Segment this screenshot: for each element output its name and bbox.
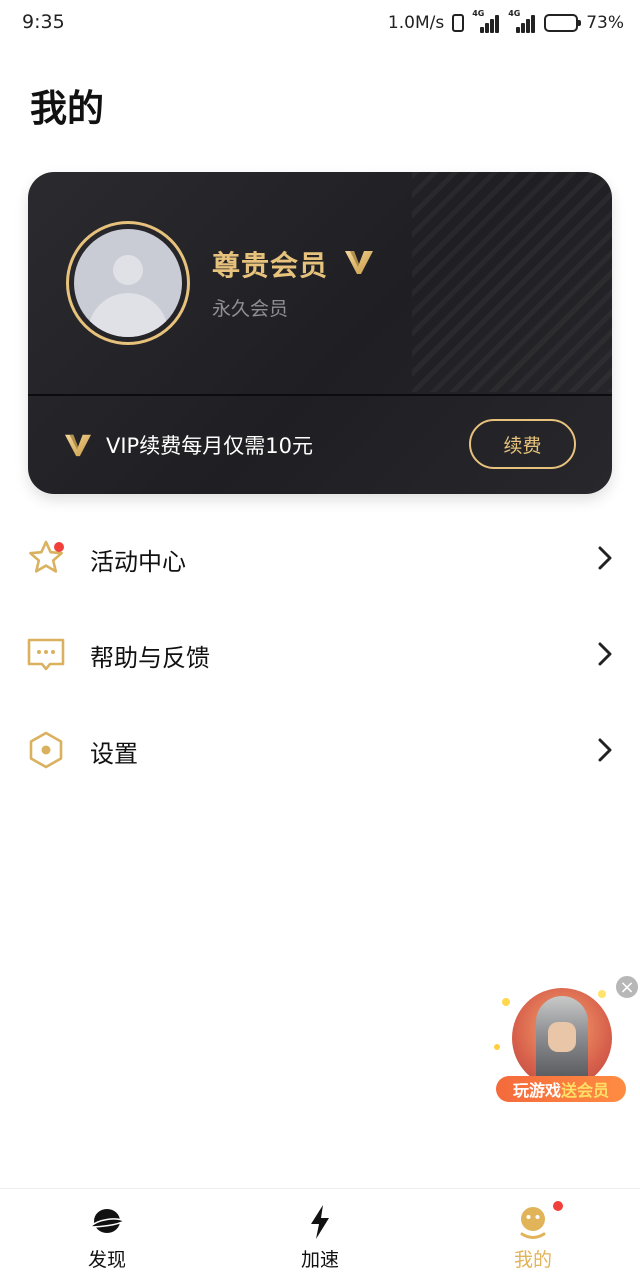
close-icon[interactable]: × [614,974,640,1000]
battery-percent: 73% [586,13,624,33]
sparkle-icon [598,990,606,998]
card-pattern [412,172,612,392]
page-title: 我的 [30,87,104,130]
network-speed: 1.0M/s [387,13,445,33]
notification-dot [54,542,64,552]
vibrate-icon [452,14,465,32]
menu-item-help-feedback[interactable]: 帮助与反馈 [0,606,640,702]
status-indicators: 1.0M/s 4G 4G 73% [387,9,624,35]
chevron-right-icon [598,642,612,666]
chevron-right-icon [598,546,612,570]
menu-item-label: 活动中心 [90,548,186,576]
signal-icon: 4G [472,9,500,33]
lightning-icon [311,1205,329,1239]
tab-label: 我的 [513,1249,552,1271]
chevron-right-icon [598,738,612,762]
card-divider [28,394,612,396]
tab-mine[interactable]: 我的 [473,1189,593,1280]
sparkle-icon [494,1044,500,1050]
menu-item-label: 帮助与反馈 [90,644,210,672]
game-promo-float[interactable]: 玩游戏 送会员 × [494,974,640,1114]
status-bar: 9:35 1.0M/s 4G 4G 73% [0,0,640,48]
menu-item-label: 设置 [90,740,138,768]
promo-text-play: 玩游戏 [512,1081,561,1100]
tab-accelerate[interactable]: 加速 [260,1189,380,1280]
tab-label: 发现 [87,1249,126,1271]
vip-card[interactable]: 尊贵会员 永久会员 VIP续费每月仅需10元 续费 [28,172,612,494]
renew-button[interactable]: 续费 [469,419,576,469]
menu-item-activity-center[interactable]: 活动中心 [0,510,640,606]
tab-discover[interactable]: 发现 [47,1189,167,1280]
signal-icon: 4G [508,9,536,33]
sim1-tag: 4G [472,9,485,18]
promo-banner: 玩游戏 送会员 [496,1076,626,1102]
planet-icon [88,1209,126,1233]
vip-subtitle: 永久会员 [212,298,289,320]
menu-item-settings[interactable]: 设置 [0,702,640,798]
promo-character-image [512,988,612,1088]
bottom-nav: 发现 加速 我的 [0,1188,640,1280]
sim2-tag: 4G [508,9,521,18]
avatar[interactable] [66,221,190,345]
notification-dot [553,1201,563,1211]
vip-title: 尊贵会员 [212,249,329,282]
hexagon-settings-icon [29,731,63,769]
promo-text-gift: 送会员 [561,1081,610,1100]
status-time: 9:35 [22,11,65,33]
sparkle-icon [502,998,510,1006]
battery-icon [544,14,582,32]
smiley-icon [520,1207,546,1239]
vip-v-icon [345,251,373,274]
renew-promo-text: VIP续费每月仅需10元 [106,434,313,458]
chat-bubble-icon [27,638,65,671]
vip-v-icon [65,434,91,457]
tab-label: 加速 [300,1249,339,1271]
avatar-placeholder-icon [74,229,182,337]
